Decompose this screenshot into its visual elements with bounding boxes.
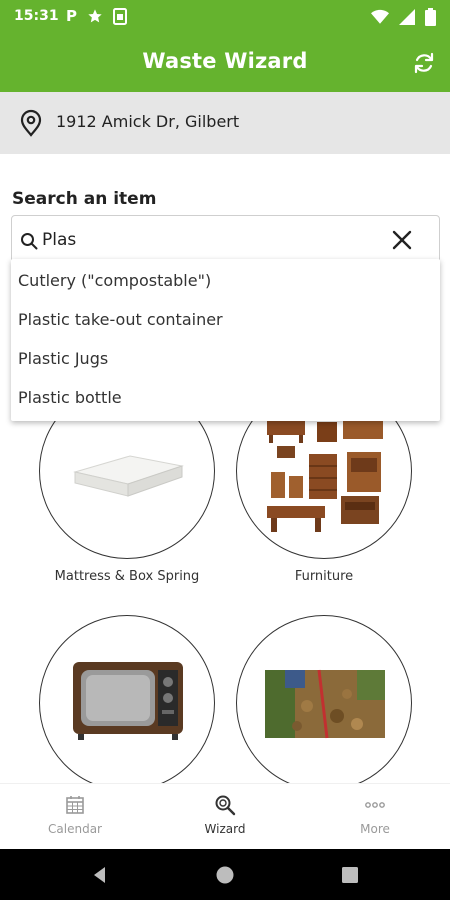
suggestion-item[interactable]: Cutlery ("compostable") bbox=[11, 261, 440, 300]
category-television[interactable] bbox=[39, 615, 215, 791]
suggestion-item[interactable]: Plastic Jugs bbox=[11, 339, 440, 378]
search-label: Search an item bbox=[12, 189, 157, 209]
bottom-navigation: Calendar Wizard More bbox=[0, 783, 450, 849]
suggestion-item[interactable]: Plastic take-out container bbox=[11, 300, 440, 339]
search-icon bbox=[21, 233, 38, 250]
category-grid: Mattress & Box Spring Furniture bbox=[0, 0, 450, 900]
category-label: Furniture bbox=[294, 569, 354, 584]
nav-label: Calendar bbox=[48, 822, 102, 836]
category-yard-waste[interactable] bbox=[236, 615, 412, 791]
search-suggestions: Cutlery ("compostable") Plastic take-out… bbox=[11, 259, 440, 421]
television-image bbox=[73, 662, 183, 740]
nav-more[interactable]: More bbox=[320, 794, 430, 836]
back-icon[interactable] bbox=[89, 864, 111, 886]
search-input[interactable] bbox=[42, 226, 382, 254]
recents-icon[interactable] bbox=[339, 864, 361, 886]
system-navigation-bar bbox=[0, 849, 450, 900]
calendar-icon bbox=[66, 796, 84, 814]
nav-wizard[interactable]: Wizard bbox=[170, 794, 280, 836]
waste-wizard-screen: 15:31 P Waste Wizard 1912 Amick Dr, Gilb… bbox=[0, 0, 450, 900]
more-icon bbox=[365, 802, 385, 808]
nav-label: More bbox=[360, 822, 390, 836]
nav-calendar[interactable]: Calendar bbox=[20, 794, 130, 836]
home-icon[interactable] bbox=[214, 864, 236, 886]
search-box[interactable] bbox=[11, 215, 440, 263]
category-label: Mattress & Box Spring bbox=[54, 569, 200, 584]
yard-waste-image bbox=[265, 669, 385, 739]
nav-label: Wizard bbox=[204, 822, 246, 836]
suggestion-item[interactable]: Plastic bottle bbox=[11, 378, 440, 417]
wizard-search-icon bbox=[215, 795, 236, 816]
close-icon[interactable] bbox=[389, 227, 415, 253]
